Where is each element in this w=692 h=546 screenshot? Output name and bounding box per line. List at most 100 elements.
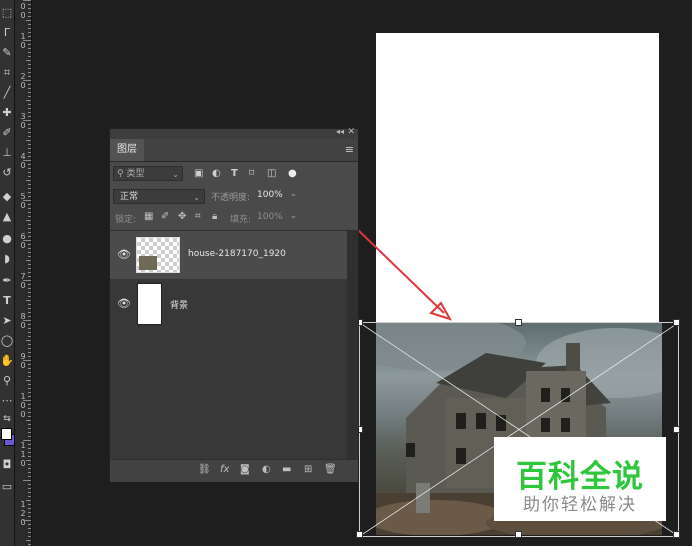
adjustment-icon[interactable]: ◐ bbox=[262, 464, 271, 475]
transform-handle[interactable] bbox=[673, 319, 680, 326]
fill-input[interactable]: 100% bbox=[257, 212, 283, 222]
panel-footer: ⛓︎ fx ◙ ◐ ▬ ⊞ 🗑︎ bbox=[110, 459, 358, 482]
collapse-icon[interactable]: ◂◂ bbox=[336, 127, 344, 136]
adjustment-filter-icon[interactable]: ◐ bbox=[212, 167, 221, 181]
ruler-tick bbox=[28, 504, 31, 505]
close-icon[interactable]: ✕ bbox=[347, 127, 355, 137]
hand-icon[interactable]: ✋ bbox=[0, 352, 14, 370]
tab-layers[interactable]: 图层 bbox=[110, 139, 144, 161]
path-select-icon[interactable]: ➤ bbox=[0, 312, 14, 330]
ruler-tick bbox=[28, 84, 31, 85]
folder-icon[interactable]: ▬ bbox=[282, 464, 291, 475]
chevron-down-icon[interactable]: ⌄ bbox=[290, 211, 297, 220]
eraser-icon[interactable]: ◆ bbox=[0, 188, 14, 206]
ruler-label: 0 bbox=[20, 241, 26, 250]
ruler-tick bbox=[28, 352, 31, 353]
blur-icon[interactable]: ● bbox=[0, 230, 14, 248]
opacity-input[interactable]: 100% bbox=[257, 190, 283, 200]
transform-handle[interactable] bbox=[673, 531, 680, 538]
ruler-tick bbox=[28, 444, 31, 445]
type-filter-icon[interactable]: T bbox=[231, 167, 238, 181]
blend-mode-select[interactable]: 正常 ⌄ bbox=[113, 189, 205, 204]
ruler-tick bbox=[28, 468, 31, 469]
stamp-icon[interactable]: ⊥ bbox=[0, 144, 14, 162]
link-icon[interactable]: ⛓︎ bbox=[198, 464, 211, 475]
zoom-icon[interactable]: ⚲ bbox=[0, 372, 14, 390]
healing-icon[interactable]: ✚ bbox=[0, 104, 14, 122]
mask-icon[interactable]: ◙ bbox=[240, 464, 250, 475]
ruler-tick bbox=[28, 216, 31, 217]
ruler-tick bbox=[26, 180, 31, 181]
quick-select-icon[interactable]: ✎ bbox=[0, 44, 14, 62]
ruler-label: 0 bbox=[20, 2, 26, 11]
ellipse-icon[interactable]: ◯ bbox=[0, 332, 14, 350]
ruler-label: 0 bbox=[20, 361, 26, 370]
ruler-tick bbox=[28, 192, 31, 193]
panel-body: ⚲ 类型 ⌄ ▣ ◐ T ⌑ ◫ ● 正常 ⌄ 不透明度: 100% ⌄ 锁定:… bbox=[110, 162, 358, 482]
foreground-color-swatch[interactable] bbox=[1, 428, 12, 440]
ruler-tick bbox=[28, 196, 31, 197]
lock-position-icon[interactable]: ✥ bbox=[178, 211, 186, 222]
swap-colors-icon[interactable]: ⇆ bbox=[0, 410, 14, 428]
smart-object-filter-icon[interactable]: ◫ bbox=[267, 167, 276, 181]
ruler-tick bbox=[28, 68, 31, 69]
type-icon[interactable]: T bbox=[0, 292, 14, 310]
transform-handle[interactable] bbox=[515, 319, 522, 326]
fx-icon[interactable]: fx bbox=[220, 464, 229, 475]
ruler-tick bbox=[26, 140, 31, 141]
ruler-tick bbox=[28, 28, 31, 29]
layers-panel: ◂◂ ✕ 图层 ≡ ⚲ 类型 ⌄ ▣ ◐ T ⌑ ◫ ● 正常 ⌄ 不透明度: … bbox=[109, 127, 359, 482]
eyedropper-icon[interactable]: ╱ bbox=[0, 84, 14, 102]
ruler-tick bbox=[28, 44, 31, 45]
ruler-tick bbox=[26, 60, 31, 61]
ruler-tick bbox=[28, 372, 31, 373]
ruler-tick bbox=[28, 72, 31, 73]
lock-image-icon[interactable]: ✐ bbox=[161, 211, 169, 222]
ruler-tick bbox=[26, 380, 31, 381]
layer-row-house[interactable]: 👁︎ house-2187170_1920 bbox=[110, 231, 347, 279]
crop-icon[interactable]: ⌗ bbox=[0, 64, 14, 82]
ruler-tick bbox=[28, 512, 31, 513]
layer-name[interactable]: house-2187170_1920 bbox=[188, 249, 286, 259]
pixel-filter-icon[interactable]: ▣ bbox=[194, 167, 203, 181]
dodge-icon[interactable]: ◗ bbox=[0, 250, 14, 268]
ruler-tick bbox=[28, 128, 31, 129]
gradient-icon[interactable]: ▲ bbox=[0, 208, 14, 226]
eye-icon[interactable]: 👁︎ bbox=[117, 297, 131, 310]
thumbnail-image bbox=[139, 256, 157, 270]
transform-handle[interactable] bbox=[356, 531, 363, 538]
shape-filter-icon[interactable]: ⌑ bbox=[249, 167, 254, 181]
quick-mask-icon[interactable]: ◘ bbox=[0, 456, 14, 474]
ruler-tick bbox=[28, 264, 31, 265]
ruler-tick bbox=[28, 528, 31, 529]
pen-icon[interactable]: ✒ bbox=[0, 272, 14, 290]
chevron-down-icon[interactable]: ⌄ bbox=[290, 189, 297, 198]
lock-transparency-icon[interactable]: ▦ bbox=[144, 211, 153, 222]
brush-icon[interactable]: ✐ bbox=[0, 124, 14, 142]
lock-all-icon[interactable]: 🔒︎ bbox=[212, 211, 217, 222]
ruler-tick bbox=[26, 420, 31, 421]
trash-icon[interactable]: 🗑︎ bbox=[324, 464, 337, 475]
layers-scrollbar[interactable] bbox=[347, 231, 358, 459]
panel-menu-icon[interactable]: ≡ bbox=[345, 143, 354, 156]
ruler-label: 1 bbox=[20, 450, 26, 459]
layer-row-background[interactable]: 👁︎ 背景 bbox=[110, 280, 347, 328]
history-brush-icon[interactable]: ↺ bbox=[0, 164, 14, 182]
filter-toggle-icon[interactable]: ● bbox=[288, 167, 297, 181]
screen-mode-icon[interactable]: ▭ bbox=[0, 478, 14, 496]
lock-artboard-icon[interactable]: ⌗ bbox=[195, 211, 201, 222]
more-icon[interactable]: ⋯ bbox=[0, 392, 14, 410]
ruler-tick bbox=[28, 328, 31, 329]
lasso-icon[interactable]: ᒥ bbox=[0, 24, 14, 42]
ruler-tick bbox=[28, 52, 31, 53]
panel-title-bar[interactable]: ◂◂ ✕ bbox=[110, 127, 358, 139]
marquee-icon[interactable]: ⬚ bbox=[0, 4, 14, 22]
transform-handle[interactable] bbox=[673, 426, 680, 433]
layer-filter-select[interactable]: ⚲ 类型 ⌄ bbox=[113, 166, 183, 181]
eye-icon[interactable]: 👁︎ bbox=[117, 248, 131, 261]
ruler-tick bbox=[28, 92, 31, 93]
layer-name[interactable]: 背景 bbox=[170, 298, 188, 311]
ruler-tick bbox=[28, 236, 31, 237]
new-layer-icon[interactable]: ⊞ bbox=[304, 464, 312, 475]
transform-handle[interactable] bbox=[515, 531, 522, 538]
